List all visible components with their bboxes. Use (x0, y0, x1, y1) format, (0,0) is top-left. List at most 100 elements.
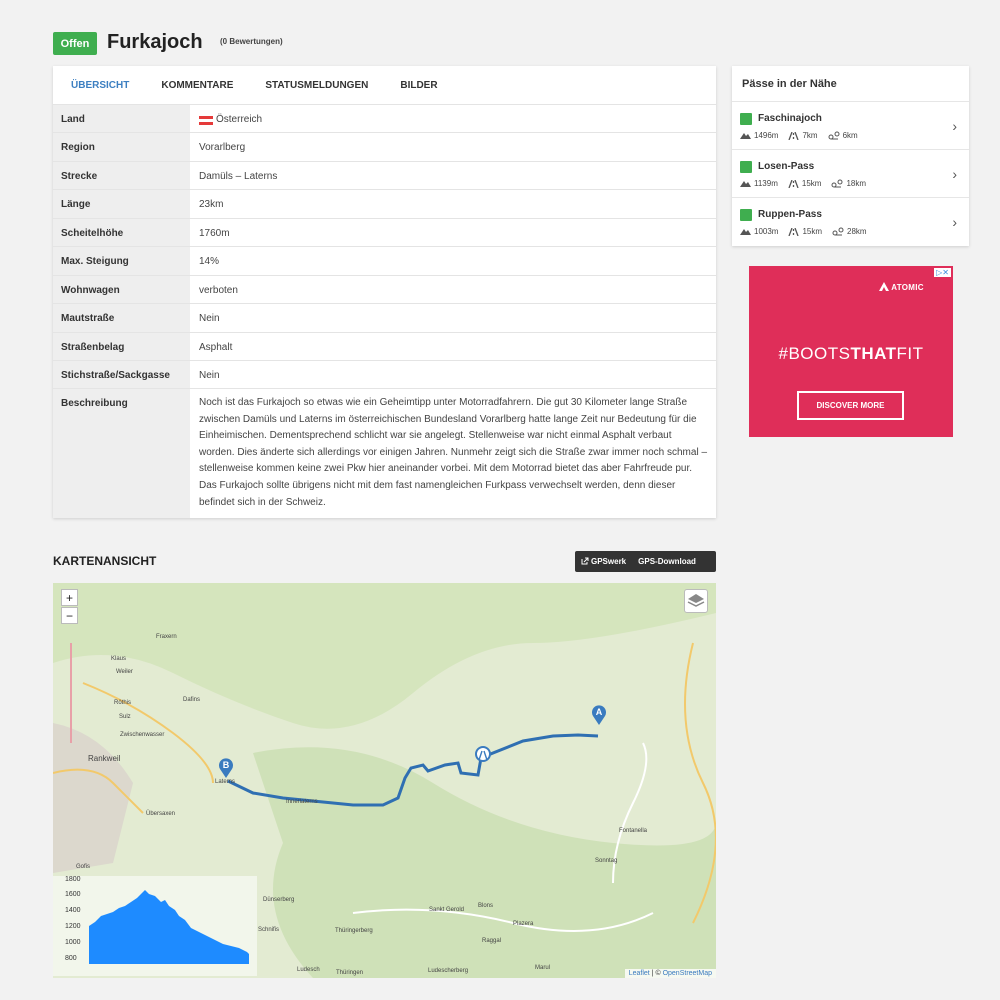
gpswerk-button[interactable]: GPSwerk (575, 557, 632, 566)
map-place-label: Übersaxen (146, 811, 176, 817)
pass-status-icon (740, 209, 752, 221)
ad-discover-more-button[interactable]: DISCOVER MORE (797, 391, 904, 420)
route-end-marker[interactable]: B (218, 758, 234, 778)
detail-value: Nein (199, 370, 220, 381)
map-button-group: GPSwerk GPS-Download (575, 551, 716, 572)
detail-label: Stichstraße/Sackgasse (53, 361, 190, 388)
nearby-pass-item[interactable]: Ruppen-Pass 1003m 15km 28km › (732, 197, 969, 245)
detail-label: Mautstraße (53, 304, 190, 332)
pass-stats: 1496m 7km 6km (740, 131, 858, 140)
pass-stats: 1139m 15km 18km (740, 179, 866, 188)
detail-label: Land (53, 105, 190, 132)
route-map[interactable]: + − A B Fraxern Klaus Weiler Röthis Sulz… (53, 583, 716, 978)
detail-row-length: Länge 23km (53, 189, 716, 218)
atomic-logo-icon (879, 282, 889, 291)
map-place-label: Gofis (76, 864, 91, 870)
map-place-label: Ludescherberg (428, 968, 469, 974)
external-link-icon (581, 557, 589, 565)
mountain-icon (740, 229, 751, 235)
pass-distance: 18km (831, 179, 866, 188)
map-place-label: Thüringerberg (335, 928, 373, 934)
mountain-icon (740, 133, 751, 139)
detail-value: Damüls – Laterns (199, 171, 278, 182)
elevation-tick: 1400 (65, 907, 81, 914)
route-start-marker[interactable]: A (591, 705, 607, 725)
detail-value: verboten (199, 285, 238, 296)
detail-label: Beschreibung (53, 389, 190, 518)
elevation-area-chart (89, 890, 249, 964)
tab-pictures[interactable]: BILDER (400, 66, 437, 104)
map-place-label: Laterns (215, 779, 236, 785)
nearby-pass-item[interactable]: Faschinajoch 1496m 7km 6km › (732, 101, 969, 149)
pass-stats: 1003m 15km 28km (740, 227, 867, 236)
pass-length: 7km (788, 131, 818, 140)
detail-row-caravan: Wohnwagen verboten (53, 275, 716, 303)
nearby-pass-item[interactable]: Losen-Pass 1139m 15km 18km › (732, 149, 969, 197)
gps-download-button[interactable]: GPS-Download (632, 557, 702, 566)
route-distance-icon (832, 227, 844, 236)
zoom-out-button[interactable]: − (61, 607, 78, 624)
map-place-label: Dünserberg (263, 897, 295, 903)
map-place-label: Sankt Gerold (429, 907, 465, 913)
zoom-in-button[interactable]: + (61, 589, 78, 606)
detail-row-region: Region Vorarlberg (53, 132, 716, 161)
detail-label: Wohnwagen (53, 276, 190, 303)
detail-label: Region (53, 133, 190, 161)
map-place-label: Blons (478, 903, 494, 909)
detail-row-country: Land Österreich (53, 104, 716, 132)
route-distance-icon (828, 131, 840, 140)
leaflet-link[interactable]: Leaflet (629, 970, 650, 977)
pass-distance: 6km (828, 131, 858, 140)
pass-name: Faschinajoch (758, 113, 822, 124)
pass-distance: 28km (832, 227, 867, 236)
detail-value: 14% (199, 256, 220, 267)
detail-row-summit: Scheitelhöhe 1760m (53, 218, 716, 246)
tab-overview[interactable]: ÜBERSICHT (71, 66, 129, 104)
detail-value: Asphalt (199, 342, 233, 353)
austria-flag-icon (199, 116, 213, 125)
layers-icon[interactable] (684, 589, 708, 613)
ad-headline: #BOOTSTHATFIT (778, 344, 924, 363)
map-place-label: Innerlaterns (286, 799, 318, 805)
map-place-label: Weiler (116, 669, 133, 675)
chevron-right-icon: › (952, 166, 957, 182)
detail-value: Vorarlberg (199, 142, 246, 153)
detail-row-toll: Mautstraße Nein (53, 303, 716, 332)
advertisement[interactable]: ▷✕ ATOMIC #BOOTSTHATFIT DISCOVER MORE (749, 266, 953, 437)
pass-name: Losen-Pass (758, 161, 815, 172)
map-attribution: Leaflet | © OpenStreetMap (624, 969, 716, 978)
description-text: Noch ist das Furkajoch so etwas wie ein … (199, 397, 708, 508)
pass-status-icon (740, 113, 752, 125)
map-place-label: Sulz (119, 714, 131, 720)
openstreetmap-link[interactable]: OpenStreetMap (663, 970, 712, 977)
map-place-label: Fraxern (156, 634, 177, 640)
chevron-right-icon: › (952, 118, 957, 134)
detail-label: Strecke (53, 162, 190, 189)
map-place-label: Raggal (482, 938, 502, 944)
detail-value: 1760m (199, 228, 230, 239)
rating-count[interactable]: (0 Bewertungen) (220, 37, 283, 46)
layers-glyph (687, 594, 705, 607)
tab-comments[interactable]: KOMMENTARE (161, 66, 233, 104)
map-place-label: Klaus (111, 656, 127, 662)
tab-status-reports[interactable]: STATUSMELDUNGEN (265, 66, 368, 104)
details-card: ÜBERSICHT KOMMENTARE STATUSMELDUNGEN BIL… (53, 66, 716, 518)
elevation-profile: 1800 1600 1400 1200 1000 800 (53, 876, 257, 976)
elevation-tick: 1200 (65, 923, 81, 930)
detail-row-description: Beschreibung Noch ist das Furkajoch so e… (53, 388, 716, 518)
map-place-label: Schnifis (258, 927, 280, 933)
mountain-icon (740, 181, 751, 187)
status-badge: Offen (53, 32, 97, 55)
ad-choices-close-icon[interactable]: ▷✕ (934, 268, 951, 277)
pass-status-icon (740, 161, 752, 173)
pass-length: 15km (788, 179, 821, 188)
map-place-label: Thüringen (336, 970, 364, 976)
pass-summit-marker[interactable] (475, 746, 491, 762)
road-icon (788, 179, 799, 188)
detail-value: Österreich (190, 105, 716, 132)
elevation-tick: 1600 (65, 891, 81, 898)
nearby-passes-card: Pässe in der Nähe Faschinajoch 1496m 7km… (732, 66, 969, 246)
map-place-label: Fontanella (619, 828, 648, 834)
detail-row-surface: Straßenbelag Asphalt (53, 332, 716, 360)
tab-bar: ÜBERSICHT KOMMENTARE STATUSMELDUNGEN BIL… (53, 66, 716, 104)
